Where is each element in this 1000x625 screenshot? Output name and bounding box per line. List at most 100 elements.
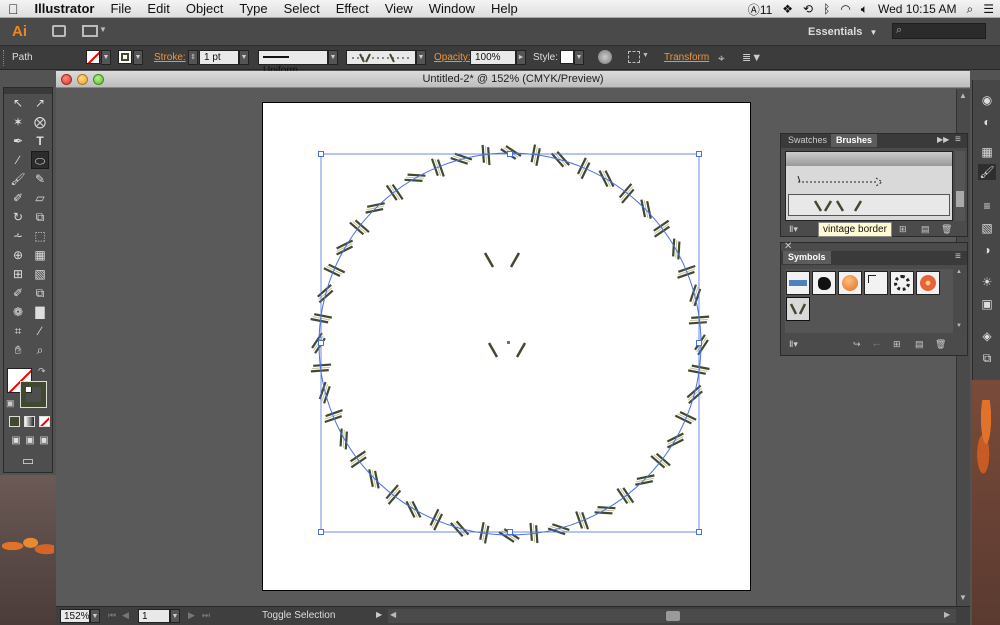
scale-tool-icon[interactable]: ⧉ <box>31 208 49 226</box>
graphic-style-swatch[interactable] <box>560 50 574 64</box>
artboard-tool-icon[interactable]: ⌗ <box>9 322 27 340</box>
artboard-number-field[interactable]: 1 <box>138 609 170 623</box>
column-graph-tool-icon[interactable]: ▇ <box>31 303 49 321</box>
adobe-updates-icon[interactable]: Ⓐ11 <box>748 1 772 18</box>
swatches-panel-icon[interactable]: ▦ <box>978 144 996 160</box>
artboard[interactable] <box>262 102 751 591</box>
pen-tool-icon[interactable]: ✒ <box>9 132 27 150</box>
scroll-up-arrow-icon[interactable]: ▲ <box>959 91 967 100</box>
panel-menu-icon[interactable]: ≣▼ <box>742 51 762 64</box>
previous-artboard-icon[interactable]: ◀ <box>122 610 129 621</box>
clock[interactable]: Wed 10:15 AM <box>878 2 957 16</box>
menu-view[interactable]: View <box>377 0 421 18</box>
vintage-border-circle-artwork[interactable] <box>263 103 752 592</box>
stroke-panel-icon[interactable]: ≡ <box>978 198 996 214</box>
zoom-window-button[interactable] <box>93 74 104 85</box>
direct-selection-tool-icon[interactable]: ↗ <box>31 94 49 112</box>
document-title-bar[interactable]: Untitled-2* @ 152% (CMYK/Preview) <box>56 71 970 88</box>
symbol-libraries-icon[interactable]: Ⅱ▾ <box>789 339 798 350</box>
symbol-grid-scrollbar[interactable]: ▲ ▼ <box>955 269 965 333</box>
align-to-icon[interactable] <box>628 51 640 63</box>
style-dropdown[interactable]: ▼ <box>574 50 584 65</box>
new-brush-icon[interactable]: ▤ <box>921 224 930 235</box>
brush-list-scroll-thumb[interactable] <box>956 191 964 207</box>
status-menu-arrow-icon[interactable]: ▶ <box>376 610 382 619</box>
last-artboard-icon[interactable]: ⏭ <box>202 610 210 621</box>
none-mode-button[interactable] <box>39 416 50 427</box>
stroke-weight-dropdown[interactable]: ▼ <box>239 50 249 65</box>
eraser-tool-icon[interactable]: ▱ <box>31 189 49 207</box>
first-artboard-icon[interactable]: ⏮ <box>108 610 116 621</box>
new-symbol-icon[interactable]: ▤ <box>915 339 924 350</box>
symbol-scroll-down-icon[interactable]: ▼ <box>956 323 962 329</box>
gradient-panel-icon[interactable]: ▧ <box>978 220 996 236</box>
symbol-floral-wreath[interactable] <box>890 271 914 295</box>
stroke-swatch[interactable] <box>118 50 132 64</box>
magic-wand-tool-icon[interactable]: ✶ <box>9 113 27 131</box>
symbol-vintage-mark[interactable] <box>786 297 810 321</box>
symbol-corner-frame[interactable] <box>864 271 888 295</box>
opacity-label[interactable]: Opacity: <box>434 52 471 63</box>
menu-select[interactable]: Select <box>276 0 328 18</box>
symbol-orange-button[interactable] <box>838 271 862 295</box>
zoom-tool-icon[interactable]: ⌕ <box>31 341 49 359</box>
free-transform-tool-icon[interactable]: ⬚ <box>31 227 49 245</box>
paintbrush-tool-icon[interactable]: 🖌︎ <box>9 170 27 188</box>
tab-symbols[interactable]: Symbols <box>783 251 831 264</box>
menu-object[interactable]: Object <box>178 0 232 18</box>
artboards-panel-icon[interactable]: ⧉ <box>978 350 996 366</box>
blend-tool-icon[interactable]: ⧉ <box>31 284 49 302</box>
menu-effect[interactable]: Effect <box>328 0 377 18</box>
scroll-right-arrow-icon[interactable]: ▶ <box>944 610 950 619</box>
minimize-window-button[interactable] <box>77 74 88 85</box>
brush-options-icon[interactable]: ⊞ <box>899 224 907 235</box>
brush-list-scrollbar[interactable] <box>955 151 965 221</box>
horizontal-scroll-thumb[interactable] <box>666 611 680 621</box>
profile-dropdown[interactable]: ▼ <box>328 50 338 65</box>
brush-item-vintage-border[interactable] <box>788 194 950 216</box>
graphic-styles-panel-icon[interactable]: ▣ <box>978 296 996 312</box>
bluetooth-icon[interactable]: ᛒ <box>823 2 830 16</box>
appearance-panel-icon[interactable]: ☀ <box>978 274 996 290</box>
gradient-mode-button[interactable] <box>24 416 35 427</box>
arrange-dropdown-icon[interactable]: ▼ <box>99 25 107 34</box>
horizontal-scrollbar[interactable]: ◀ ▶ <box>388 609 956 623</box>
artboard-dropdown[interactable]: ▼ <box>170 609 180 623</box>
perspective-grid-tool-icon[interactable]: ▦ <box>31 246 49 264</box>
fill-swatch[interactable] <box>86 50 100 64</box>
stroke-label[interactable]: Stroke: <box>154 52 186 63</box>
tab-swatches[interactable]: Swatches <box>783 134 832 147</box>
ellipse-tool-icon[interactable]: ⬭ <box>31 151 49 169</box>
time-machine-icon[interactable]: ⟲ <box>803 2 813 16</box>
transform-link[interactable]: Transform <box>664 52 709 63</box>
stroke-weight-stepper[interactable]: ⇕ <box>188 50 198 65</box>
menu-edit[interactable]: Edit <box>139 0 177 18</box>
recolor-artwork-icon[interactable] <box>598 50 612 64</box>
eyedropper-tool-icon[interactable]: ✐ <box>9 284 27 302</box>
stroke-color-dropdown[interactable]: ▼ <box>133 50 143 65</box>
delete-brush-icon[interactable]: 🗑︎ <box>941 224 952 235</box>
collapse-panel-icon[interactable]: ▶▶ <box>937 135 949 144</box>
symbol-flower[interactable] <box>916 271 940 295</box>
line-tool-icon[interactable]: ∕ <box>9 151 27 169</box>
layers-panel-icon[interactable]: ◈ <box>978 328 996 344</box>
brush-item-charcoal[interactable] <box>786 152 952 166</box>
pencil-tool-icon[interactable]: ✎ <box>31 170 49 188</box>
align-dropdown-icon[interactable]: ▼ <box>642 52 649 59</box>
symbols-flyout-menu-icon[interactable]: ≡ <box>955 251 961 262</box>
default-fill-stroke-icon[interactable]: ▣ <box>6 398 15 409</box>
arrange-documents-icon[interactable] <box>82 25 98 37</box>
search-help-input[interactable]: ⌕ <box>892 23 986 39</box>
fill-dropdown[interactable]: ▼ <box>101 50 111 65</box>
type-tool-icon[interactable]: T <box>31 132 49 150</box>
apple-icon[interactable]:  <box>0 0 27 18</box>
gradient-tool-icon[interactable]: ▧ <box>31 265 49 283</box>
delete-symbol-icon[interactable]: 🗑︎ <box>935 339 946 350</box>
next-artboard-icon[interactable]: ▶ <box>188 610 195 621</box>
stroke-weight-field[interactable]: 1 pt <box>199 50 239 65</box>
selection-tool-icon[interactable]: ↖ <box>9 94 27 112</box>
scroll-left-arrow-icon[interactable]: ◀ <box>390 610 396 619</box>
lasso-tool-icon[interactable]: ⨂ <box>31 113 49 131</box>
scroll-down-arrow-icon[interactable]: ▼ <box>959 593 967 602</box>
brush-dropdown[interactable]: ▼ <box>416 50 426 65</box>
